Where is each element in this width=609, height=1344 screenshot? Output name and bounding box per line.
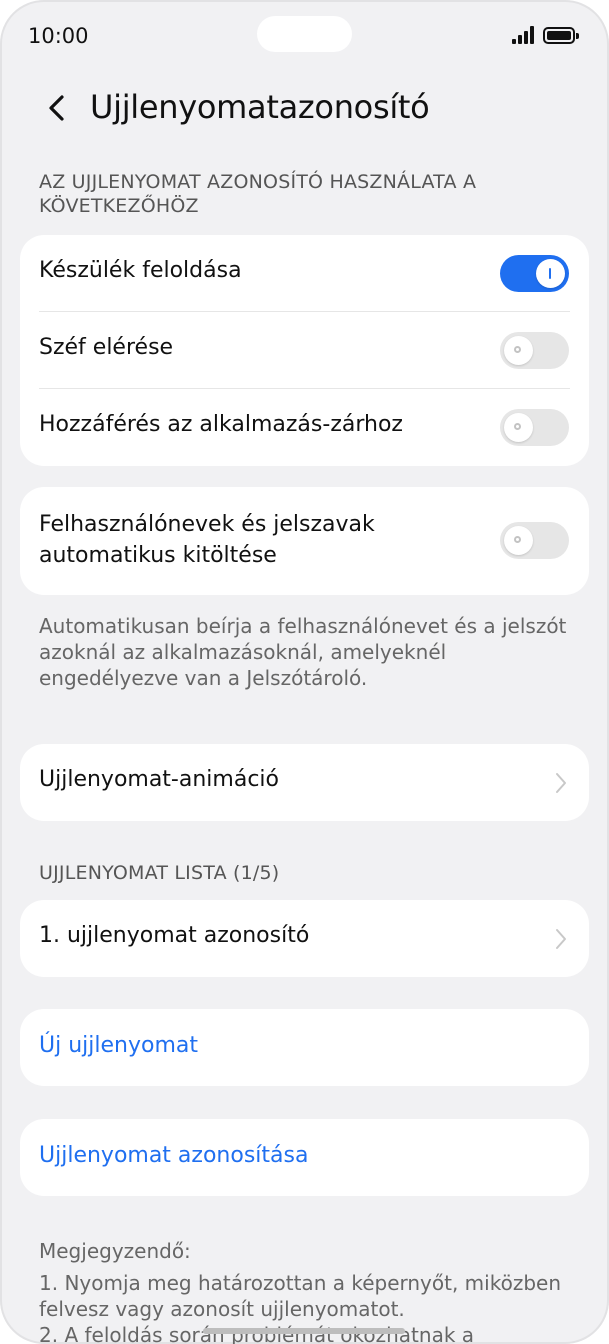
safe-access-toggle[interactable] (500, 332, 569, 369)
autofill-toggle[interactable] (500, 522, 569, 559)
fingerprint-list-card[interactable]: 1. ujjlenyomat azonosító (20, 900, 589, 977)
chevron-right-icon (556, 929, 566, 949)
note-line-1: 1. Nyomja meg határozottan a képernyőt, … (39, 1271, 562, 1321)
setting-row-app-lock[interactable]: Hozzáférés az alkalmazás-zárhoz (20, 389, 589, 466)
fingerprint-list-label: UJJLENYOMAT LISTA (1/5) (39, 862, 280, 884)
back-arrow-icon[interactable] (44, 93, 72, 123)
status-bar: 10:00 (0, 0, 609, 72)
identify-fingerprint-button[interactable]: Ujjlenyomat azonosítása (20, 1119, 589, 1196)
note-title: Megjegyzendő: (39, 1239, 191, 1263)
home-indicator[interactable] (203, 1328, 405, 1334)
battery-icon (543, 27, 579, 44)
setting-label: Hozzáférés az alkalmazás-zárhoz (39, 412, 403, 437)
header: Ujjlenyomatazonosító (0, 78, 609, 138)
dynamic-island (257, 16, 352, 52)
usage-section-label: AZ UJJLENYOMAT AZONOSÍTÓ HASZNÁLATA A KÖ… (39, 171, 477, 217)
setting-label: Készülék feloldása (39, 258, 242, 283)
setting-row-safe-access[interactable]: Széf elérése (20, 312, 589, 389)
page-title: Ujjlenyomatazonosító (90, 88, 430, 126)
autofill-description: Automatikusan beírja a felhasználónevet … (39, 614, 567, 690)
fingerprint-item-label: 1. ujjlenyomat azonosító (39, 923, 310, 948)
status-time: 10:00 (28, 24, 89, 48)
animation-card[interactable]: Ujjlenyomat-animáció (20, 744, 589, 821)
signal-icon (512, 26, 536, 44)
identify-fingerprint-label: Ujjlenyomat azonosítása (39, 1143, 309, 1168)
phone-screen: 10:00 Ujjlenyomatazonosító AZ UJJLENYOMA… (0, 0, 609, 1344)
chevron-right-icon (556, 773, 566, 793)
setting-label: Széf elérése (39, 335, 174, 360)
new-fingerprint-label: Új ujjlenyomat (39, 1033, 198, 1058)
new-fingerprint-button[interactable]: Új ujjlenyomat (20, 1009, 589, 1086)
setting-row-unlock-device[interactable]: Készülék feloldása (20, 235, 589, 312)
animation-label: Ujjlenyomat-animáció (39, 767, 279, 792)
usage-card: Készülék feloldása Széf elérése Hozzáfér… (20, 235, 589, 466)
autofill-label: Felhasználónevek és jelszavak automatiku… (39, 512, 375, 568)
unlock-device-toggle[interactable] (500, 255, 569, 292)
autofill-card[interactable]: Felhasználónevek és jelszavak automatiku… (20, 487, 589, 595)
app-lock-toggle[interactable] (500, 409, 569, 446)
